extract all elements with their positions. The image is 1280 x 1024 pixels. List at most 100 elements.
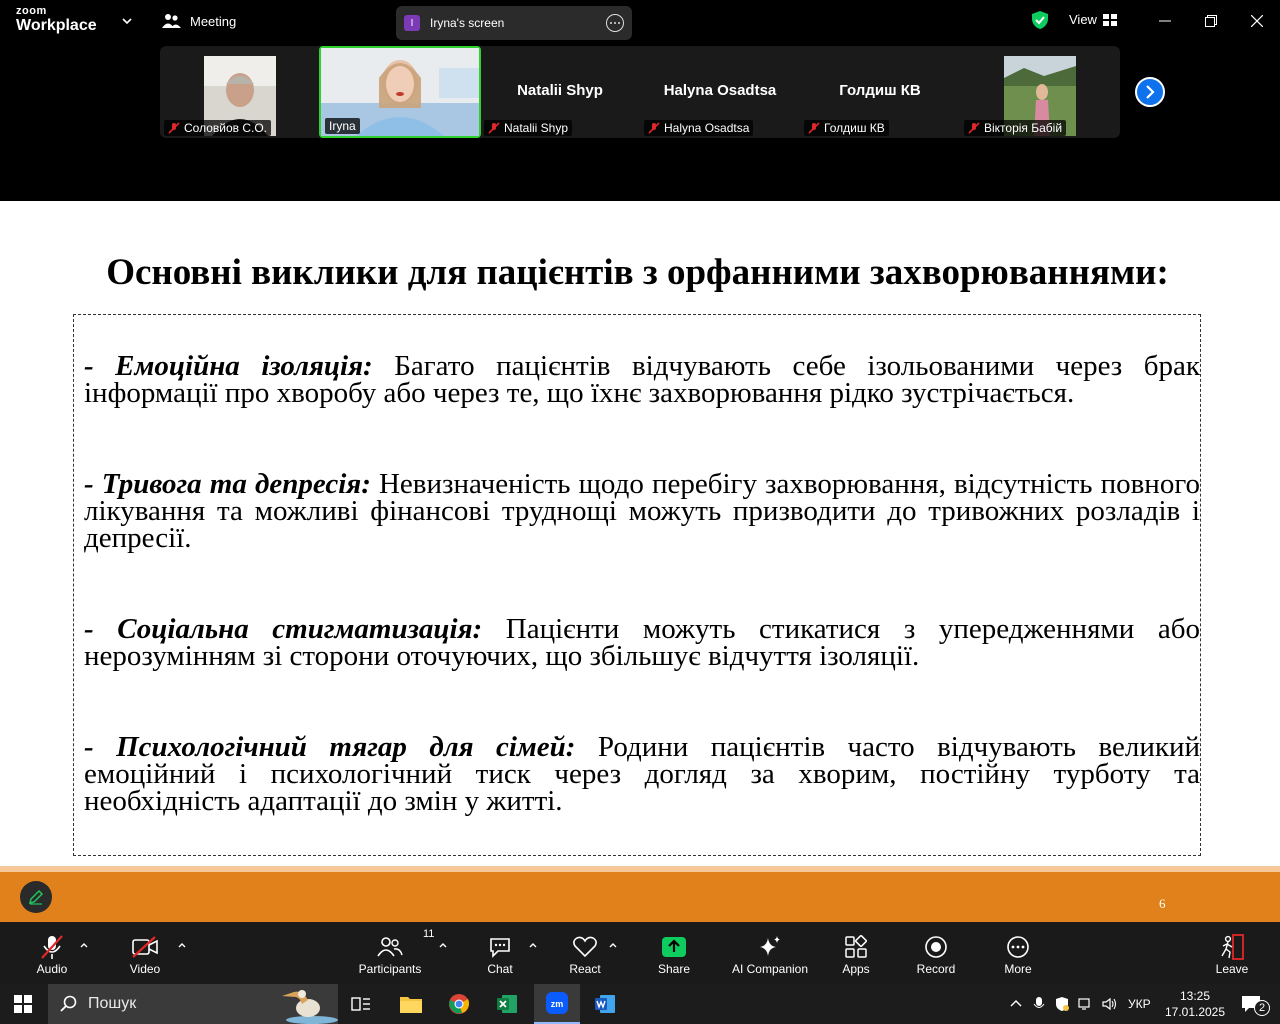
mic-muted-icon bbox=[488, 122, 500, 134]
participant-name: Соловйов С.О. bbox=[184, 121, 268, 135]
chat-options-caret-icon[interactable] bbox=[528, 940, 538, 950]
participant-display-name: Halyna Osadtsa bbox=[663, 82, 777, 99]
slide-text-box: - Емоційна ізоляція: Багато пацієнтів ві… bbox=[73, 314, 1201, 856]
more-button[interactable]: More bbox=[1000, 932, 1036, 976]
participant-tile-active-speaker[interactable]: Iryna bbox=[319, 46, 481, 138]
shared-screen-title: Iryna's screen bbox=[430, 16, 505, 30]
chat-button[interactable]: Chat bbox=[484, 932, 516, 976]
video-button[interactable]: Video bbox=[126, 932, 164, 976]
ai-companion-button[interactable]: AI Companion bbox=[728, 932, 812, 976]
react-button[interactable]: React bbox=[566, 932, 604, 976]
zoom-logo: zoom Workplace bbox=[16, 6, 97, 34]
participant-tile[interactable]: Голдиш КВ Голдиш КВ bbox=[800, 46, 960, 138]
chevron-down-icon[interactable] bbox=[121, 15, 133, 27]
participant-name-label: Halyna Osadtsa bbox=[644, 120, 754, 136]
security-shield-icon[interactable] bbox=[1031, 10, 1049, 30]
task-view-button[interactable] bbox=[338, 984, 384, 1024]
react-label: React bbox=[569, 962, 601, 976]
slide-page-number: 6 bbox=[1159, 896, 1166, 911]
notifications-button[interactable]: 2 bbox=[1232, 984, 1272, 1024]
apps-button[interactable]: Apps bbox=[840, 932, 872, 976]
video-options-caret-icon[interactable] bbox=[177, 940, 187, 950]
excel-icon bbox=[497, 995, 517, 1013]
chat-label: Chat bbox=[487, 962, 513, 976]
share-button[interactable]: Share bbox=[656, 932, 692, 976]
participant-tile[interactable]: Natalii Shyp Natalii Shyp bbox=[480, 46, 640, 138]
notification-count-badge: 2 bbox=[1254, 1000, 1270, 1016]
search-placeholder: Пошук bbox=[88, 995, 137, 1012]
more-options-icon[interactable] bbox=[606, 14, 624, 32]
chevron-up-icon[interactable] bbox=[1008, 996, 1024, 1012]
clock-date: 17.01.2025 bbox=[1164, 1005, 1226, 1019]
logo-zoom-text: zoom bbox=[16, 5, 47, 17]
zoom-app-icon: zm bbox=[546, 992, 568, 1014]
participants-options-caret-icon[interactable] bbox=[438, 940, 448, 950]
slide-point: - Соціальна стигматизація: Пацієнти можу… bbox=[84, 615, 1200, 671]
chrome-button[interactable] bbox=[436, 984, 482, 1024]
mic-muted-icon bbox=[168, 122, 180, 134]
restore-button[interactable] bbox=[1200, 10, 1222, 32]
apps-icon bbox=[845, 935, 867, 958]
participants-button[interactable]: 11 Participants bbox=[358, 928, 435, 976]
annotate-button[interactable] bbox=[20, 881, 52, 913]
zoom-button[interactable]: zm bbox=[534, 984, 580, 1024]
gallery-next-page-button[interactable] bbox=[1135, 77, 1165, 107]
participant-name-label: Natalii Shyp bbox=[484, 120, 573, 136]
shared-screen-pill[interactable]: I Iryna's screen bbox=[396, 6, 632, 40]
participant-tile[interactable]: Вікторія Бабій bbox=[960, 46, 1120, 138]
slide-point: - Емоційна ізоляція: Багато пацієнтів ві… bbox=[84, 352, 1200, 408]
video-off-icon bbox=[132, 936, 158, 958]
participant-tile[interactable]: Halyna Osadtsa Halyna Osadtsa bbox=[640, 46, 800, 138]
participant-name: Iryna bbox=[329, 119, 356, 133]
taskbar-clock[interactable]: 13:25 17.01.2025 bbox=[1160, 988, 1230, 1020]
share-screen-icon bbox=[662, 937, 686, 957]
meeting-label: Meeting bbox=[190, 13, 237, 29]
participant-tile[interactable]: Соловйов С.О. bbox=[160, 46, 320, 138]
start-button[interactable] bbox=[0, 984, 46, 1024]
pelican-search-highlight-icon bbox=[282, 990, 338, 1024]
audio-options-caret-icon[interactable] bbox=[79, 940, 89, 950]
restore-icon bbox=[1205, 15, 1217, 27]
participants-icon bbox=[377, 937, 403, 957]
word-button[interactable] bbox=[582, 984, 628, 1024]
grid-view-icon bbox=[1102, 13, 1117, 26]
chrome-icon bbox=[449, 994, 470, 1014]
slide-point: - Психологічний тягар для сімей: Родини … bbox=[84, 733, 1200, 816]
close-icon bbox=[1251, 15, 1263, 27]
input-language[interactable]: УКР bbox=[1128, 997, 1151, 1011]
defender-shield-icon[interactable] bbox=[1054, 996, 1070, 1012]
slide-footer-bar: 6 bbox=[0, 866, 1280, 922]
participant-name: Голдиш КВ bbox=[824, 121, 885, 135]
apps-label: Apps bbox=[842, 962, 870, 976]
view-button[interactable]: View bbox=[1069, 12, 1117, 27]
microphone-icon[interactable] bbox=[1032, 996, 1046, 1012]
record-button[interactable]: Record bbox=[914, 932, 958, 976]
meeting-menu[interactable]: Meeting bbox=[162, 13, 236, 29]
mic-muted-icon bbox=[808, 122, 820, 134]
participant-name-label: Голдиш КВ bbox=[804, 120, 889, 136]
slide-point: - Тривога та депресія: Невизначеність що… bbox=[84, 470, 1200, 553]
record-label: Record bbox=[916, 962, 956, 976]
leave-button[interactable]: Leave bbox=[1214, 932, 1250, 976]
close-button[interactable] bbox=[1246, 10, 1268, 32]
more-icon bbox=[1007, 936, 1029, 958]
file-explorer-button[interactable] bbox=[388, 984, 434, 1024]
minimize-icon bbox=[1159, 20, 1171, 22]
audio-button[interactable]: Audio bbox=[34, 932, 70, 976]
chat-icon bbox=[490, 938, 510, 958]
excel-button[interactable] bbox=[484, 984, 530, 1024]
react-options-caret-icon[interactable] bbox=[608, 940, 618, 950]
participants-label: Participants bbox=[358, 962, 422, 976]
participant-display-name: Natalii Shyp bbox=[517, 82, 603, 99]
share-label: Share bbox=[657, 962, 691, 976]
participant-name: Вікторія Бабій bbox=[984, 121, 1063, 135]
network-icon[interactable] bbox=[1078, 997, 1094, 1011]
taskbar-search[interactable]: Пошук bbox=[48, 984, 338, 1024]
task-view-icon bbox=[351, 997, 370, 1011]
record-icon bbox=[925, 936, 947, 958]
minimize-button[interactable] bbox=[1154, 10, 1176, 32]
svg-text:zm: zm bbox=[551, 999, 564, 1009]
meeting-controls: Audio Video 11 Participants Chat React S… bbox=[0, 922, 1280, 984]
volume-icon[interactable] bbox=[1102, 997, 1118, 1011]
more-label: More bbox=[1004, 962, 1032, 976]
